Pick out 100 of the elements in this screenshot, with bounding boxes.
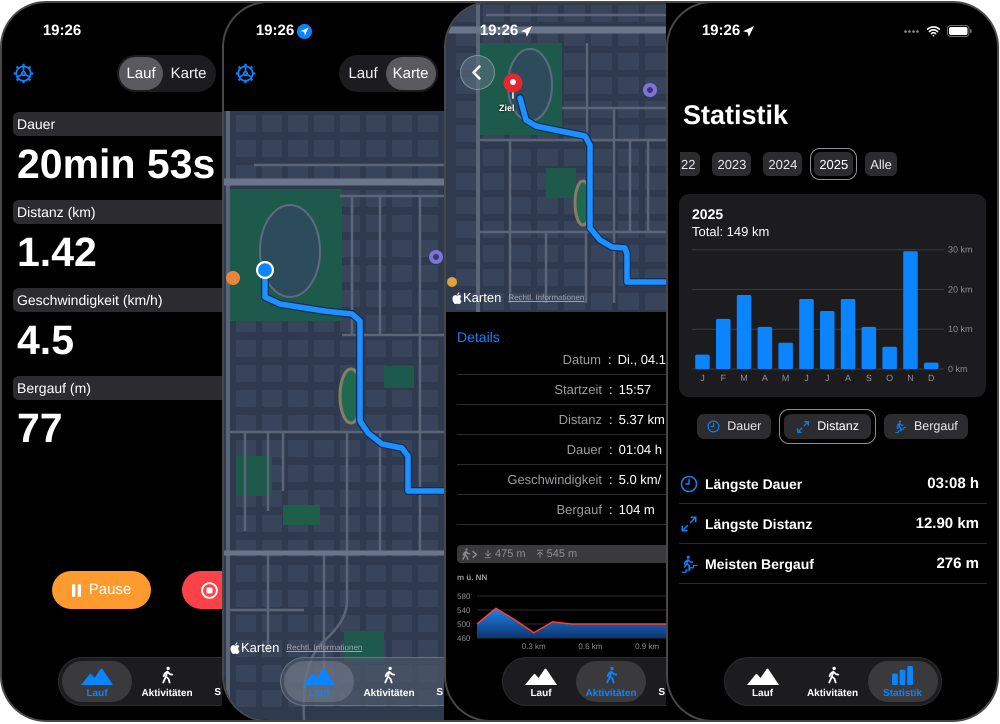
year-chip[interactable]: 2023	[712, 152, 752, 176]
tab[interactable]: Aktivitäten	[132, 661, 202, 702]
chart-bar	[882, 346, 897, 369]
detail-value: 15:57	[618, 383, 652, 396]
detail-separator: :	[608, 353, 612, 366]
axis-label: 580	[457, 592, 470, 601]
axis-title: m ü. NN	[457, 573, 488, 583]
stop-circle-icon	[201, 582, 218, 598]
chart-bar	[758, 326, 772, 369]
status-time: 19:26	[256, 22, 294, 40]
metric-label: Distanz (km)	[13, 200, 222, 224]
maps-attribution: Karten	[241, 641, 280, 654]
detail-value: 5.37 km	[618, 413, 665, 426]
tab[interactable]: Lauf	[728, 661, 798, 702]
status-time: 19:26	[42, 22, 82, 40]
metric-button[interactable]: Bergauf	[884, 414, 968, 439]
section-title: Details	[457, 329, 500, 345]
axis-label: 20 km	[948, 284, 973, 294]
wifi-icon	[926, 24, 941, 38]
axis-label: M	[740, 373, 748, 383]
stairs-climber-icon	[680, 554, 698, 572]
detail-label: Dauer	[566, 443, 602, 456]
mountains-icon	[746, 668, 778, 684]
axis-label: D	[928, 373, 934, 383]
year-chip[interactable]: 2024	[763, 152, 802, 176]
detail-label: Geschwindigkeit	[507, 473, 602, 486]
chart-bar	[840, 299, 856, 369]
record-value: 03:08 h	[927, 476, 979, 491]
detail-label: Distanz	[558, 413, 602, 426]
axis-label: J	[700, 373, 705, 383]
chart-bar	[924, 362, 938, 369]
detail-label: Startzeit	[554, 383, 602, 396]
axis-label: 30 km	[948, 244, 973, 255]
status-time: 19:26	[480, 22, 518, 40]
metric-value: 77	[17, 408, 63, 449]
axis-label: S	[866, 373, 872, 383]
record-label: Längste Distanz	[705, 516, 812, 530]
chart-title: 2025	[692, 205, 724, 223]
detail-value: Di., 04.1	[618, 353, 666, 366]
metric-button[interactable]: Distanz	[779, 409, 876, 444]
view-option[interactable]: Lauf	[119, 57, 163, 90]
year-chip[interactable]: 2025	[810, 148, 858, 180]
mountains-icon	[81, 668, 113, 684]
metric-value: 1.42	[17, 232, 97, 273]
chart-bar	[820, 310, 834, 369]
record-value: 276 m	[936, 556, 979, 571]
highest-elevation: 545 m	[546, 548, 578, 560]
metric-button[interactable]: Dauer	[697, 414, 772, 439]
axis-label: 0.3 km	[522, 642, 546, 651]
pause-icon	[72, 584, 81, 596]
detail-label: Datum	[562, 353, 601, 366]
detail-value: 01:04 h	[618, 443, 662, 456]
detail-separator: :	[609, 443, 613, 456]
battery-icon	[947, 25, 972, 37]
chart-bar	[695, 354, 710, 369]
pin-label: Ziel	[499, 104, 515, 113]
clock-icon	[707, 420, 720, 433]
detail-separator: :	[609, 503, 613, 516]
chart-bar	[862, 326, 876, 369]
gear-icon[interactable]	[13, 63, 34, 84]
axis-label: J	[804, 373, 809, 383]
chart-bar	[778, 342, 793, 369]
maps-attribution: Karten	[463, 291, 502, 304]
axis-label: M	[782, 373, 790, 383]
diagonal-arrows-icon	[680, 514, 698, 532]
clock-icon	[680, 474, 698, 492]
detail-label: Bergauf	[556, 503, 602, 516]
metric-label: Dauer	[13, 112, 222, 136]
axis-label: 0.6 km	[578, 642, 602, 651]
lowest-elevation: 475 m	[495, 548, 526, 560]
page-title: Statistik	[683, 99, 788, 131]
metric-label: Geschwindigkeit (km/h)	[13, 288, 222, 312]
metric-label: Bergauf (m)	[13, 376, 222, 400]
record-label: Längste Dauer	[705, 476, 802, 490]
signal-icon	[904, 30, 920, 32]
axis-label: A	[762, 373, 768, 383]
chart-bar	[799, 299, 814, 369]
metric-value: 20min 53s	[17, 144, 216, 185]
tab[interactable]: Aktivitäten	[798, 661, 868, 702]
detail-separator: :	[609, 413, 613, 426]
year-chip[interactable]: 22	[680, 152, 700, 176]
detail-separator: :	[609, 473, 613, 486]
view-option[interactable]: Karte	[164, 57, 214, 90]
axis-label: 540	[457, 606, 470, 615]
axis-label: 460	[457, 634, 470, 643]
axis-label: A	[845, 373, 852, 383]
record-value: 12.90 km	[916, 516, 979, 531]
record-label: Meisten Bergauf	[705, 556, 814, 570]
chart-bar	[716, 318, 730, 369]
axis-label: O	[886, 373, 894, 383]
axis-label: J	[825, 373, 830, 383]
detail-value: 104 m	[618, 503, 655, 516]
year-chip[interactable]: Alle	[865, 152, 897, 176]
bar-chart-icon	[891, 666, 914, 684]
axis-label: 0 km	[948, 364, 968, 374]
stop-button[interactable]	[182, 571, 222, 609]
axis-label: 10 km	[948, 324, 973, 334]
detail-value: 5.0 km/	[618, 473, 662, 486]
tab[interactable]: S	[214, 688, 221, 698]
axis-label: F	[720, 373, 726, 383]
